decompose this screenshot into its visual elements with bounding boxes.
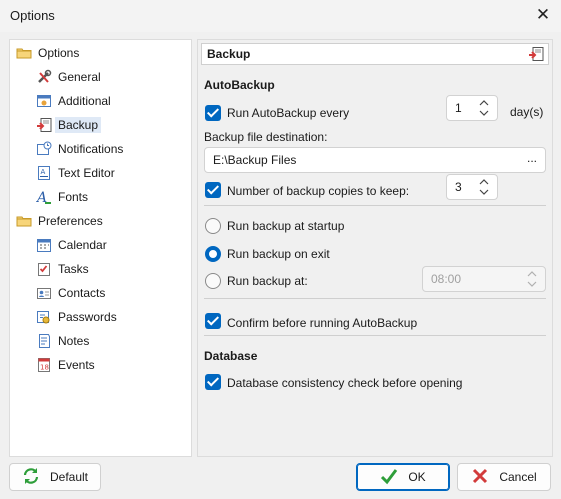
notes-icon [36,333,52,349]
db-consistency-label: Database consistency check before openin… [227,376,463,390]
tree-node-calendar[interactable]: Calendar [36,234,107,256]
db-consistency-checkbox[interactable] [205,374,221,390]
run-autobackup-label: Run AutoBackup every [227,106,350,120]
title-bar: Options ✕ [0,0,561,32]
tree-node-text-editor[interactable]: A Text Editor [36,162,115,184]
tree-node-contacts[interactable]: Contacts [36,282,105,304]
stepper-arrows-icon[interactable] [478,99,490,117]
fonts-icon: A [35,189,52,206]
cancel-button[interactable]: Cancel [457,463,551,491]
backup-panel: Backup AutoBackup Run AutoBackup every 1… [197,39,553,457]
stepper-arrows-icon[interactable] [478,178,490,196]
radio-run-at-startup-label: Run backup at startup [227,219,345,233]
backup-icon [528,46,544,65]
refresh-icon [22,467,40,488]
days-unit-label: day(s) [510,105,544,119]
default-button[interactable]: Default [9,463,101,491]
tree-node-preferences[interactable]: Preferences [16,210,103,232]
autobackup-section-title: AutoBackup [204,78,275,92]
events-icon: 18 [36,357,52,373]
tree-node-passwords[interactable]: Passwords [36,306,117,328]
panel-title: Backup [207,47,251,61]
close-icon[interactable]: ✕ [535,6,551,23]
backup-copies-checkbox[interactable] [205,182,221,198]
radio-run-on-exit[interactable] [205,246,221,262]
svg-text:A: A [41,168,46,176]
radio-run-on-exit-label: Run backup on exit [227,247,330,261]
destination-label: Backup file destination: [204,130,328,144]
tree-node-fonts[interactable]: A Fonts [35,186,88,208]
radio-run-at-time-label: Run backup at: [227,274,308,288]
divider [204,298,546,299]
backup-copies-label: Number of backup copies to keep: [227,184,410,198]
radio-run-at-startup[interactable] [205,218,221,234]
tree-node-tasks[interactable]: Tasks [36,258,89,280]
run-autobackup-checkbox[interactable] [205,105,221,121]
backup-time-field[interactable]: 08:00 [422,266,546,292]
browse-button[interactable]: ... [527,151,537,165]
backup-destination-field[interactable]: E:\Backup Files ... [204,147,546,173]
backup-copies-stepper[interactable]: 3 [446,174,498,200]
tree-node-options[interactable]: Options [16,42,79,64]
cancel-x-icon [471,467,489,488]
text-editor-icon: A [36,165,52,181]
tree-node-events[interactable]: 18 Events [36,354,95,376]
database-section-title: Database [204,349,258,363]
tools-icon [36,69,52,85]
autobackup-days-stepper[interactable]: 1 [446,95,498,121]
tree-node-notifications[interactable]: Notifications [36,138,123,160]
contacts-icon [36,285,52,301]
notifications-icon [36,141,52,157]
divider [204,335,546,336]
confirm-autobackup-label: Confirm before running AutoBackup [227,316,418,330]
additional-icon [36,93,52,109]
folder-icon [16,213,32,229]
tree-node-notes[interactable]: Notes [36,330,89,352]
confirm-autobackup-checkbox[interactable] [205,313,221,329]
passwords-icon [36,309,52,325]
radio-run-at-time[interactable] [205,273,221,289]
ok-button[interactable]: OK [356,463,450,491]
options-tree: Options General Additional Backup Notifi… [9,39,192,457]
panel-header: Backup [201,43,549,65]
divider [204,205,546,206]
tree-node-backup[interactable]: Backup [36,114,102,136]
stepper-arrows-icon[interactable] [526,270,538,288]
tasks-icon [36,261,52,277]
backup-icon [36,117,52,133]
checkmark-icon [380,467,398,488]
calendar-icon [36,237,52,253]
window-title: Options [10,8,55,23]
tree-node-general[interactable]: General [36,66,101,88]
folder-icon [16,45,32,61]
tree-node-additional[interactable]: Additional [36,90,111,112]
svg-text:18: 18 [40,364,49,372]
